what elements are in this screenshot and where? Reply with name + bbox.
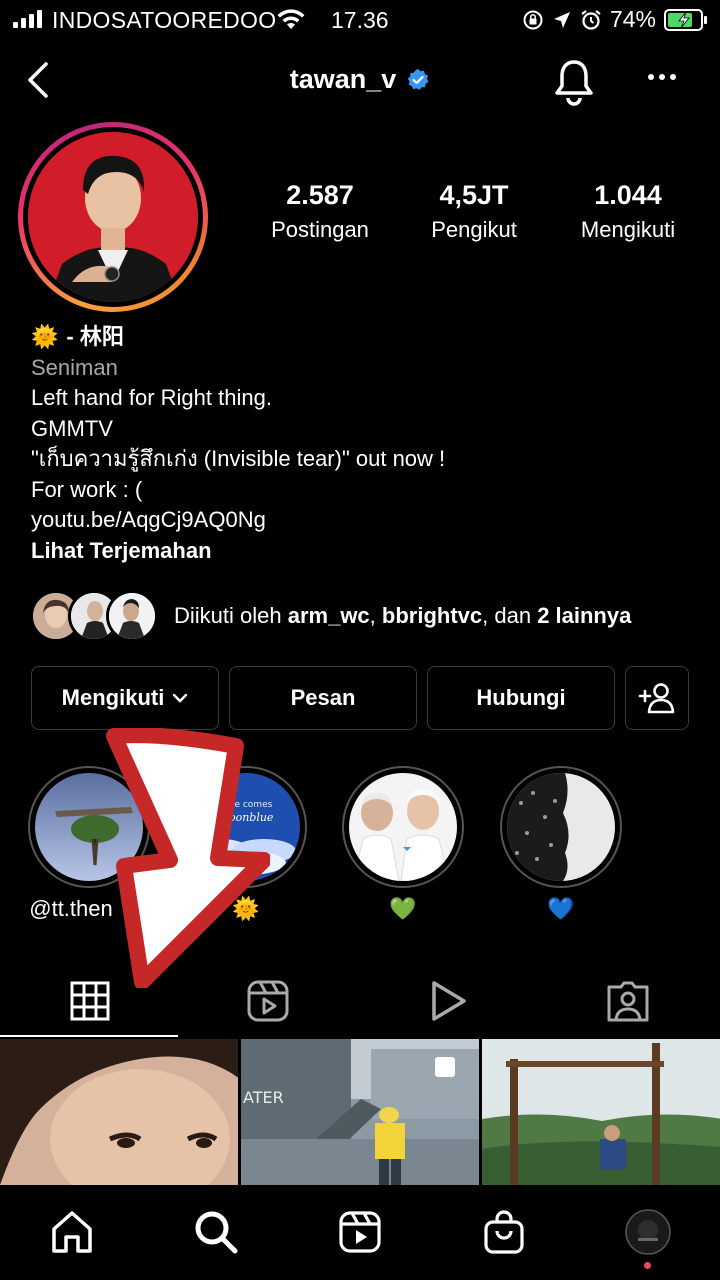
notification-dot [644, 1262, 651, 1269]
highlight-cover: here comes moonblue [192, 773, 300, 881]
notification-bell-icon[interactable] [552, 58, 596, 106]
posts-count-value: 2.587 [286, 180, 354, 210]
followers-count[interactable]: 4,5JT Pengikut [418, 180, 530, 243]
following-count-value: 1.044 [594, 180, 662, 210]
search-icon [195, 1211, 238, 1254]
story-highlight[interactable]: here comes moonblue [185, 766, 307, 888]
nav-profile[interactable] [624, 1208, 672, 1256]
highlight-label: 🌞 [232, 896, 260, 921]
cellular-signal-icon [13, 10, 42, 28]
bio-line: "เก็บความรู้สึกเก่ง (Invisible tear)" ou… [31, 446, 446, 471]
active-tab-indicator [0, 1035, 178, 1037]
verified-badge-icon [407, 68, 429, 90]
battery-charging-icon [664, 8, 707, 31]
wifi-icon [277, 9, 305, 29]
profile-tabs [0, 966, 720, 1038]
highlight-cover [507, 773, 615, 881]
message-button-label: Pesan [290, 685, 356, 710]
posts-grid: ATER [0, 1039, 720, 1185]
story-highlight[interactable] [28, 766, 150, 888]
shopping-bag-icon [484, 1210, 524, 1254]
sun-emoji: 🌞 [31, 324, 59, 349]
post-sign-text: ATER [243, 1088, 284, 1107]
location-arrow-icon [553, 11, 570, 28]
bio-link[interactable]: youtu.be/AqgCj9AQ0Ng [31, 505, 691, 536]
story-highlight[interactable] [342, 766, 464, 888]
orientation-lock-icon [523, 10, 543, 29]
tab-posts-grid[interactable] [0, 966, 180, 1036]
highlight-label: 💚 [389, 896, 417, 921]
play-icon [432, 981, 466, 1021]
followers-count-label: Pengikut [431, 217, 517, 242]
highlight-cover [349, 773, 457, 881]
profile-username: tawan_v [0, 64, 720, 95]
bio-line: For work : ( [31, 476, 143, 502]
mutual-follower-avatar [106, 590, 158, 642]
carrier-name: INDOSATOOREDOO [52, 7, 277, 33]
username-text: tawan_v [289, 64, 397, 94]
separator: , [369, 603, 382, 628]
bio-line: Left hand for Right thing. [31, 385, 272, 410]
tab-videos[interactable] [358, 966, 538, 1036]
display-name: 🌞 - 林阳 [31, 322, 691, 353]
profile-category: Seniman [31, 354, 118, 380]
highlight-label: 💙 [547, 896, 575, 921]
more-options-icon[interactable] [648, 74, 676, 80]
profile-header: tawan_v [0, 56, 720, 106]
contact-button-label: Hubungi [476, 685, 566, 710]
posts-count[interactable]: 2.587 Postingan [262, 180, 378, 243]
profile-avatar[interactable] [18, 122, 208, 312]
followed-prefix: Diikuti oleh [174, 603, 288, 628]
reels-icon [247, 980, 289, 1022]
post-thumbnail[interactable]: ATER [241, 1039, 479, 1185]
following-button-label: Mengikuti [61, 685, 165, 710]
battery-percent: 74% [609, 6, 656, 32]
followers-count-value: 4,5JT [439, 180, 509, 210]
following-button[interactable]: Mengikuti [31, 666, 219, 730]
alarm-icon [581, 9, 601, 30]
reels-icon [339, 1211, 381, 1253]
nav-shop[interactable] [480, 1208, 528, 1256]
bottom-navigation [0, 1186, 720, 1280]
following-count-label: Mengikuti [580, 217, 676, 242]
profile-avatar-icon [625, 1209, 671, 1255]
tab-reels[interactable] [178, 966, 358, 1036]
tagged-person-icon [607, 981, 649, 1022]
add-person-icon [638, 683, 675, 714]
following-count[interactable]: 1.044 Mengikuti [570, 180, 686, 243]
grid-icon [70, 981, 110, 1021]
nav-reels[interactable] [336, 1208, 384, 1256]
mutual-user-2[interactable]: bbrightvc [382, 603, 482, 628]
posts-count-label: Postingan [271, 217, 369, 242]
mutual-followers[interactable]: Diikuti oleh arm_wc, bbrightvc, dan 2 la… [30, 588, 631, 644]
profile-bio: 🌞 - 林阳 Seniman Left hand for Right thing… [31, 322, 691, 566]
chevron-down-icon [173, 693, 188, 703]
highlight-cover-text: here comes [220, 800, 273, 810]
highlight-cover-text: moonblue [219, 811, 274, 824]
separator: , dan [482, 603, 538, 628]
mutual-followers-text: Diikuti oleh arm_wc, bbrightvc, dan 2 la… [174, 603, 631, 629]
highlight-cover [35, 773, 143, 881]
display-name-text: - 林阳 [66, 324, 124, 349]
suggested-accounts-button[interactable] [625, 666, 689, 730]
post-thumbnail[interactable] [482, 1039, 720, 1185]
mutual-user-1[interactable]: arm_wc [288, 603, 370, 628]
bio-line: GMMTV [31, 415, 113, 441]
contact-button[interactable]: Hubungi [427, 666, 615, 730]
message-button[interactable]: Pesan [229, 666, 417, 730]
mutual-others[interactable]: 2 lainnya [537, 603, 631, 628]
clock-time: 17.36 [331, 7, 389, 33]
nav-search[interactable] [192, 1208, 240, 1256]
tab-tagged[interactable] [538, 966, 718, 1036]
story-highlight[interactable] [500, 766, 622, 888]
see-translation-link[interactable]: Lihat Terjemahan [31, 536, 691, 567]
highlight-label: @tt.then [29, 896, 113, 921]
home-icon [52, 1211, 92, 1253]
post-thumbnail[interactable] [0, 1039, 238, 1185]
nav-home[interactable] [48, 1208, 96, 1256]
avatar-photo [28, 132, 198, 302]
status-bar: INDOSATOOREDOO 17.36 74% [0, 0, 720, 40]
